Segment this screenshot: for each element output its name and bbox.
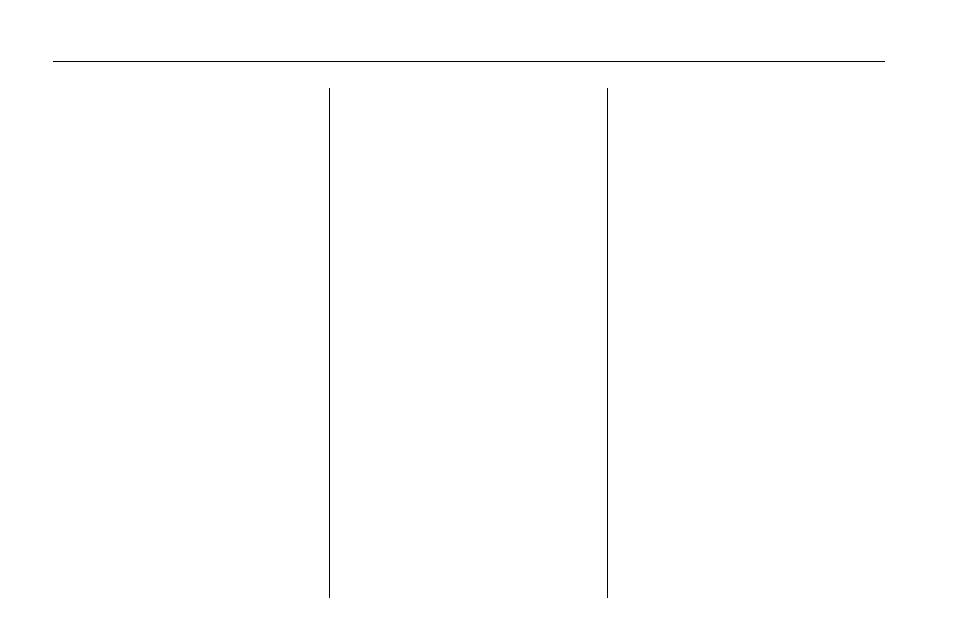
column-3	[608, 88, 885, 598]
column-2-content	[339, 87, 340, 88]
column-3-content	[617, 87, 618, 88]
column-1-content	[62, 87, 63, 88]
three-column-layout	[53, 88, 885, 598]
column-1	[53, 88, 330, 598]
document-page	[0, 0, 954, 636]
top-horizontal-rule	[53, 61, 885, 62]
column-2	[330, 88, 607, 598]
